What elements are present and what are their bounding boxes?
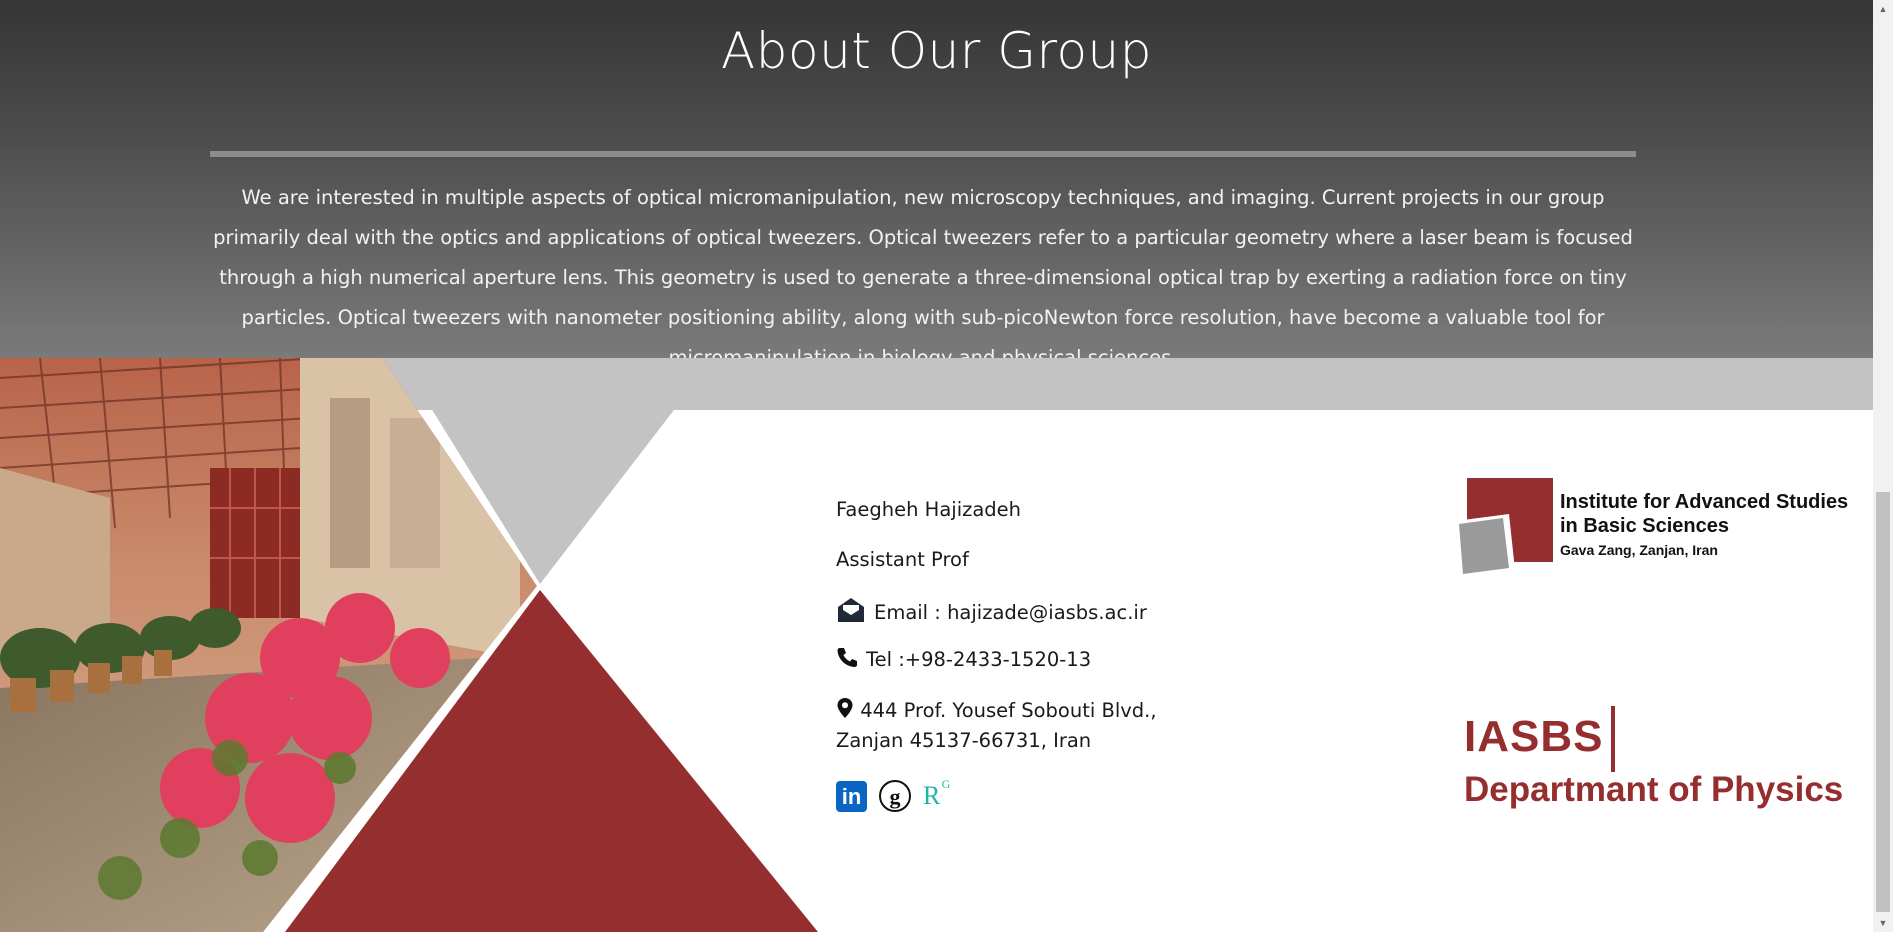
phone-icon — [836, 646, 858, 673]
envelope-icon — [836, 596, 866, 629]
institute-line-1: Institute for Advanced Studies — [1560, 491, 1849, 513]
phone-number[interactable]: Tel :+98-2433-1520-13 — [866, 648, 1091, 671]
about-section: About Our Group We are interested in mul… — [0, 0, 1873, 369]
scrollbar-thumb[interactable] — [1876, 492, 1890, 912]
email-row[interactable]: Email : hajizade@iasbs.ac.ir — [836, 596, 1147, 629]
linkedin-icon[interactable]: in — [836, 780, 867, 812]
person-name: Faegheh Hajizadeh — [836, 498, 1022, 521]
institute-emblem-icon — [1459, 478, 1553, 576]
researchgate-sup: G — [941, 777, 951, 791]
institute-line-3: Gava Zang, Zanjan, Iran — [1560, 542, 1718, 558]
researchgate-icon[interactable]: RG — [923, 777, 950, 811]
department-name: Departmant of Physics — [1464, 770, 1844, 809]
about-title: About Our Group — [721, 22, 1152, 80]
address-line-2: Zanjan 45137-66731, Iran — [836, 729, 1092, 752]
about-paragraph: We are interested in multiple aspects of… — [213, 186, 1633, 369]
department-abbr: IASBS — [1464, 712, 1604, 761]
email-link[interactable]: Email : hajizade@iasbs.ac.ir — [874, 601, 1147, 624]
institute-line-2: in Basic Sciences — [1560, 515, 1729, 537]
scroll-up-arrow-icon[interactable]: ▲ — [1873, 0, 1893, 18]
phone-row[interactable]: Tel :+98-2433-1520-13 — [836, 646, 1091, 673]
title-divider — [210, 151, 1636, 157]
map-pin-icon — [836, 696, 854, 726]
department-logo: IASBS Departmant of Physics — [1464, 706, 1873, 816]
google-scholar-icon[interactable]: g — [879, 780, 911, 812]
researchgate-glyph: R — [923, 781, 941, 810]
institute-name: Institute for Advanced Studies in Basic … — [1560, 490, 1848, 560]
contact-section: Faegheh Hajizadeh Assistant Prof Email :… — [0, 358, 1873, 932]
address: 444 Prof. Yousef Sobouti Blvd., Zanjan 4… — [836, 696, 1157, 756]
person-position: Assistant Prof — [836, 548, 969, 571]
logo-divider — [1611, 706, 1615, 772]
address-line-1: 444 Prof. Yousef Sobouti Blvd., — [860, 699, 1157, 722]
institute-logo: Institute for Advanced Studies in Basic … — [1457, 478, 1857, 578]
social-links: in g RG — [836, 777, 950, 812]
decorative-shapes — [0, 358, 1873, 932]
page-scrollbar[interactable]: ▲ ▼ — [1873, 0, 1893, 932]
scroll-down-arrow-icon[interactable]: ▼ — [1873, 914, 1893, 932]
